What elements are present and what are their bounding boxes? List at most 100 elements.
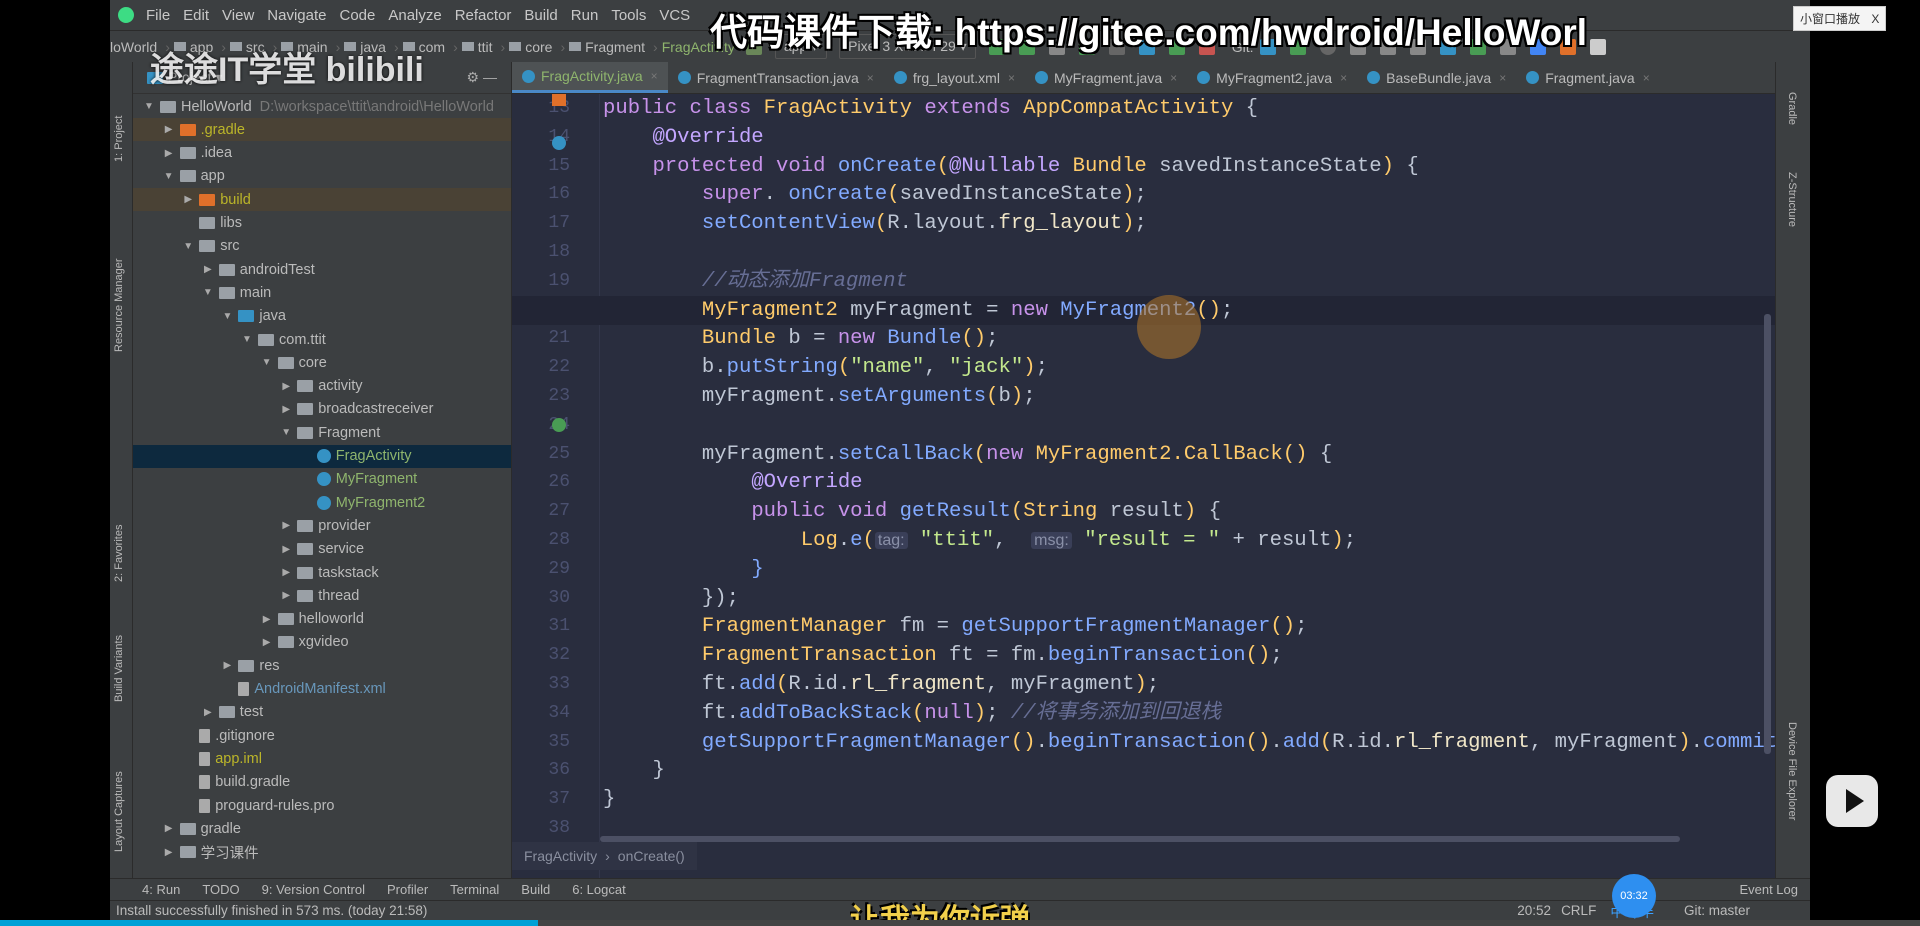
tree-item[interactable]: ▼ HelloWorld D:\workspace\ttit\android\Hel…: [133, 95, 511, 118]
expanded-arrow-icon[interactable]: ▼: [240, 334, 254, 345]
breadcrumb-item[interactable]: Fragment: [585, 39, 645, 55]
tool-window-4-run[interactable]: 4: Run: [142, 882, 180, 897]
git-branch[interactable]: Git: master: [1684, 903, 1750, 918]
tree-item[interactable]: ▼ java: [133, 305, 511, 328]
tool-structure[interactable]: Z-Structure: [1786, 172, 1798, 227]
expanded-arrow-icon[interactable]: ▼: [162, 171, 176, 182]
code-line[interactable]: myFragment.setCallBack(new MyFragment2.C…: [512, 440, 1775, 469]
close-icon[interactable]: ×: [1170, 71, 1177, 85]
code-line[interactable]: myFragment.setArguments(b);: [512, 382, 1775, 411]
vertical-scrollbar[interactable]: [1764, 314, 1771, 754]
tree-item[interactable]: ▶ thread: [133, 584, 511, 607]
collapsed-arrow-icon[interactable]: ▶: [220, 660, 234, 671]
tree-item[interactable]: ▶ service: [133, 538, 511, 561]
tree-item[interactable]: ▼ main: [133, 281, 511, 304]
collapsed-arrow-icon[interactable]: ▶: [162, 847, 176, 858]
tree-item[interactable]: ▶ xgvideo: [133, 631, 511, 654]
tool-layout-captures[interactable]: Layout Captures: [113, 771, 125, 852]
code-line[interactable]: @Override: [512, 123, 1775, 152]
menu-analyze[interactable]: Analyze: [388, 7, 441, 24]
tab-frg-layout-xml[interactable]: frg_layout.xml ×: [884, 62, 1025, 93]
user-icon[interactable]: [1590, 38, 1607, 55]
code-line[interactable]: @Override: [512, 468, 1775, 497]
breadcrumb-method[interactable]: onCreate(): [618, 848, 685, 864]
expanded-arrow-icon[interactable]: ▼: [181, 241, 195, 252]
code-line[interactable]: [512, 238, 1775, 267]
tree-item[interactable]: libs: [133, 212, 511, 235]
breadcrumb-item[interactable]: ttit: [478, 39, 493, 55]
tab-myfragment2-java[interactable]: MyFragment2.java ×: [1187, 62, 1357, 93]
tree-item[interactable]: ▶ .gradle: [133, 118, 511, 142]
code-line[interactable]: public void getResult(String result) {: [512, 497, 1775, 526]
override-marker-icon[interactable]: [552, 136, 566, 150]
mini-window-button[interactable]: 小窗口播放 X: [1793, 6, 1887, 31]
tree-item[interactable]: .gitignore: [133, 724, 511, 747]
tool-resource-manager[interactable]: Resource Manager: [113, 258, 125, 352]
code-line[interactable]: });: [512, 584, 1775, 613]
collapsed-arrow-icon[interactable]: ▶: [260, 637, 274, 648]
tool-build-variants[interactable]: Build Variants: [113, 635, 125, 702]
menu-code[interactable]: Code: [339, 7, 375, 24]
collapsed-arrow-icon[interactable]: ▶: [279, 590, 293, 601]
expanded-arrow-icon[interactable]: ▼: [220, 311, 234, 322]
collapsed-arrow-icon[interactable]: ▶: [279, 520, 293, 531]
tree-item[interactable]: ▼ src: [133, 235, 511, 258]
tree-item[interactable]: ▼ com.ttit: [133, 328, 511, 351]
menu-vcs[interactable]: VCS: [659, 7, 690, 24]
tree-item[interactable]: AndroidManifest.xml: [133, 678, 511, 701]
collapsed-arrow-icon[interactable]: ▶: [260, 614, 274, 625]
tab-basebundle-java[interactable]: BaseBundle.java ×: [1357, 62, 1516, 93]
menu-navigate[interactable]: Navigate: [267, 7, 326, 24]
line-separator[interactable]: CRLF: [1561, 903, 1596, 918]
tree-item[interactable]: ▼ app: [133, 165, 511, 188]
tool-window-6-logcat[interactable]: 6: Logcat: [572, 882, 626, 897]
code-line[interactable]: b.putString("name", "jack");: [512, 353, 1775, 382]
collapsed-arrow-icon[interactable]: ▶: [201, 264, 215, 275]
code-line[interactable]: [512, 411, 1775, 440]
collapsed-arrow-icon[interactable]: ▶: [201, 707, 215, 718]
tree-item[interactable]: MyFragment2: [133, 491, 511, 514]
tree-item[interactable]: ▶ provider: [133, 514, 511, 537]
menu-run[interactable]: Run: [571, 7, 599, 24]
expanded-arrow-icon[interactable]: ▼: [279, 427, 293, 438]
code-line[interactable]: ft.add(R.id.rl_fragment, myFragment);: [512, 670, 1775, 699]
code-line[interactable]: super. onCreate(savedInstanceState);: [512, 180, 1775, 209]
code-line[interactable]: FragmentManager fm = getSupportFragmentM…: [512, 612, 1775, 641]
tree-item[interactable]: ▶ .idea: [133, 142, 511, 165]
tree-item[interactable]: ▶ test: [133, 701, 511, 724]
tree-item[interactable]: ▼ core: [133, 351, 511, 374]
tree-item[interactable]: app.iml: [133, 747, 511, 770]
collapsed-arrow-icon[interactable]: ▶: [279, 567, 293, 578]
collapsed-arrow-icon[interactable]: ▶: [181, 194, 195, 205]
code-line[interactable]: }: [512, 756, 1775, 785]
menu-tools[interactable]: Tools: [611, 7, 646, 24]
close-icon[interactable]: ×: [651, 69, 658, 83]
tree-item[interactable]: ▶ androidTest: [133, 258, 511, 281]
expanded-arrow-icon[interactable]: ▼: [142, 101, 156, 112]
collapsed-arrow-icon[interactable]: ▶: [162, 823, 176, 834]
tab-fragactivity-java[interactable]: FragActivity.java ×: [512, 62, 668, 93]
code-line[interactable]: protected void onCreate(@Nullable Bundle…: [512, 152, 1775, 181]
close-icon[interactable]: ×: [1499, 71, 1506, 85]
tree-item[interactable]: MyFragment: [133, 468, 511, 491]
mini-window-close[interactable]: X: [1871, 12, 1879, 26]
code-editor[interactable]: 1314151617181920212223242526272829303132…: [512, 94, 1775, 878]
implement-marker-icon[interactable]: [552, 418, 566, 432]
code-line[interactable]: Log.e(tag: "ttit", msg: "result = " + re…: [512, 526, 1775, 555]
collapsed-arrow-icon[interactable]: ▶: [279, 544, 293, 555]
tree-item[interactable]: ▶ res: [133, 654, 511, 677]
tab-fragment-java[interactable]: Fragment.java ×: [1516, 62, 1660, 93]
breadcrumb-item[interactable]: core: [525, 39, 552, 55]
code-line[interactable]: //动态添加Fragment: [512, 267, 1775, 296]
collapsed-arrow-icon[interactable]: ▶: [162, 148, 176, 159]
code-line[interactable]: }: [512, 555, 1775, 584]
tree-item[interactable]: ▶ helloworld: [133, 608, 511, 631]
tool-device-file-explorer[interactable]: Device File Explorer: [1786, 722, 1798, 820]
tree-item[interactable]: ▶ taskstack: [133, 561, 511, 584]
close-icon[interactable]: ×: [1008, 71, 1015, 85]
close-icon[interactable]: ×: [867, 71, 874, 85]
menu-build[interactable]: Build: [524, 7, 557, 24]
tool-window-todo[interactable]: TODO: [202, 882, 239, 897]
tool-window-profiler[interactable]: Profiler: [387, 882, 428, 897]
code-line[interactable]: setContentView(R.layout.frg_layout);: [512, 209, 1775, 238]
